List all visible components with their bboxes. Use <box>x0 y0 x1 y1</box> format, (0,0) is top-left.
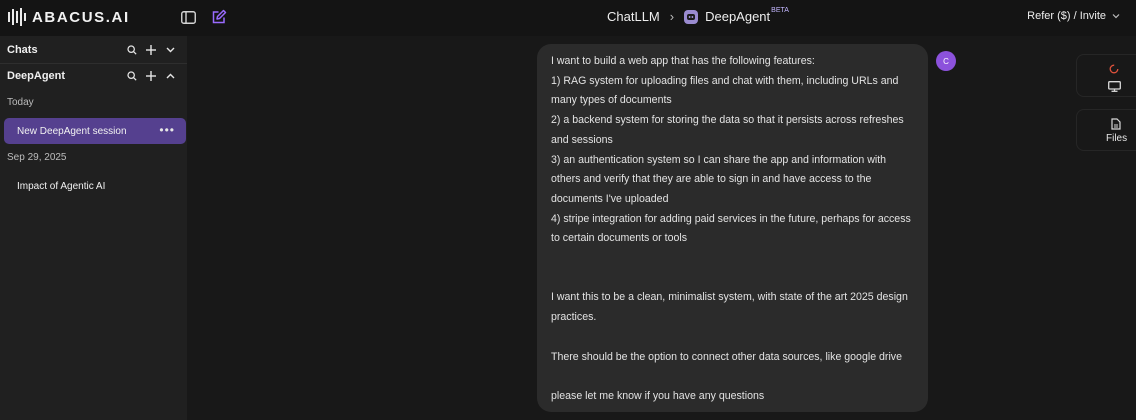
breadcrumb-deepagent[interactable]: DeepAgent <box>705 9 770 24</box>
plus-icon[interactable] <box>146 45 156 55</box>
refer-invite-label: Refer ($) / Invite <box>1027 10 1106 22</box>
abacus-logo[interactable]: ABACUS.AI <box>8 8 130 26</box>
monitor-icon <box>1108 79 1121 97</box>
session-item-active[interactable]: New DeepAgent session ••• <box>4 118 186 144</box>
new-chat-icon[interactable] <box>209 7 229 27</box>
session-label: New DeepAgent session <box>17 125 127 137</box>
beta-badge: BETA <box>771 7 789 14</box>
deepagent-title: DeepAgent <box>7 70 66 82</box>
logo-text: ABACUS.AI <box>32 8 130 26</box>
sidebar-toggle-icon[interactable] <box>178 7 198 27</box>
chats-section-header[interactable]: Chats <box>0 37 187 63</box>
chevron-down-icon <box>1112 14 1120 19</box>
refresh-icon <box>1109 61 1119 79</box>
top-bar: ABACUS.AI ChatLLM › DeepAgent BETA Refer… <box>0 0 1136 36</box>
message-text: I want to build a web app that has the f… <box>551 55 911 402</box>
refer-invite-button[interactable]: Refer ($) / Invite <box>1027 10 1120 22</box>
deepagent-section-header[interactable]: DeepAgent <box>0 63 187 89</box>
breadcrumb-chatllm[interactable]: ChatLLM <box>607 9 660 24</box>
preview-panel-toggle[interactable] <box>1076 54 1136 97</box>
files-label: Files <box>1106 133 1128 144</box>
breadcrumb: ChatLLM › DeepAgent BETA <box>607 7 789 24</box>
search-icon[interactable] <box>127 45 137 55</box>
chevron-down-icon[interactable] <box>165 45 175 55</box>
chevron-right-icon: › <box>669 9 675 24</box>
deepagent-robot-icon <box>684 9 699 24</box>
user-avatar[interactable]: C <box>936 51 956 71</box>
search-icon[interactable] <box>127 71 137 81</box>
chevron-up-icon[interactable] <box>165 71 175 81</box>
user-message-bubble: I want to build a web app that has the f… <box>537 44 928 412</box>
files-panel-button[interactable] <box>1076 109 1136 151</box>
session-item[interactable]: Impact of Agentic AI <box>4 173 186 199</box>
session-label: Impact of Agentic AI <box>17 180 106 192</box>
group-label-date: Sep 29, 2025 <box>7 152 67 163</box>
group-label-today: Today <box>7 97 34 108</box>
plus-icon[interactable] <box>146 71 156 81</box>
logo-mark-icon <box>8 8 26 26</box>
chats-title: Chats <box>7 44 38 56</box>
more-icon[interactable]: ••• <box>159 123 175 137</box>
sidebar: Chats DeepAgent Today New DeepAgent sess… <box>0 36 187 420</box>
